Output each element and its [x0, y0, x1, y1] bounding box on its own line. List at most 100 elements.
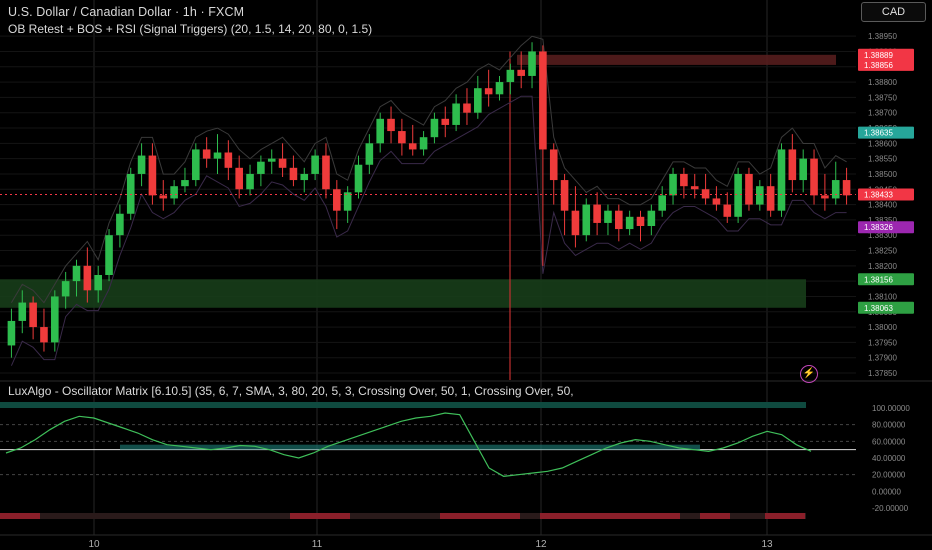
osc-tick: 20.00000 — [872, 471, 906, 480]
price-tick: 1.38550 — [868, 155, 897, 164]
candle — [192, 149, 200, 181]
candle — [116, 213, 124, 236]
candle — [40, 327, 48, 343]
candle — [235, 167, 243, 190]
bottom-bar — [0, 513, 806, 519]
time-tick: 13 — [761, 539, 773, 550]
candle — [354, 164, 363, 193]
candle — [528, 51, 536, 76]
candle — [474, 88, 482, 113]
candle — [593, 204, 601, 223]
demand-zone — [0, 279, 806, 308]
candle — [539, 51, 547, 150]
bottom-bar-segment — [640, 513, 680, 519]
candle — [61, 281, 70, 297]
supply-zone — [517, 54, 836, 65]
candle — [463, 103, 471, 113]
candle — [408, 143, 417, 150]
candle — [658, 195, 666, 211]
candle — [267, 158, 276, 162]
candle — [625, 216, 634, 230]
candle — [582, 204, 591, 236]
price-tick: 1.38100 — [868, 292, 897, 301]
candle — [213, 152, 222, 159]
lower-band — [10, 95, 847, 366]
candle — [83, 265, 92, 291]
candle — [799, 158, 807, 181]
signal-bar — [0, 402, 806, 408]
candle — [376, 118, 384, 144]
candle — [365, 143, 374, 165]
candle — [289, 167, 298, 181]
osc-tick: -20.00000 — [872, 504, 909, 513]
candle — [430, 118, 439, 138]
price-tick: 1.37950 — [868, 338, 897, 347]
candle — [246, 173, 254, 190]
candle — [680, 173, 688, 187]
price-badge-label: 1.38326 — [864, 223, 893, 232]
candle — [322, 155, 330, 190]
osc-tick: 40.00000 — [872, 454, 906, 463]
currency-button[interactable]: CAD — [861, 2, 926, 22]
candle — [788, 149, 797, 181]
candle — [495, 82, 504, 95]
candle — [745, 173, 753, 205]
candle — [224, 152, 233, 168]
candle — [202, 149, 211, 159]
candle — [506, 69, 515, 83]
candle — [333, 189, 341, 211]
price-tick: 1.38200 — [868, 262, 897, 271]
candle — [398, 131, 406, 144]
upper-band — [10, 35, 847, 304]
candle — [343, 192, 352, 211]
price-tick: 1.38500 — [868, 170, 897, 179]
candle — [257, 161, 265, 174]
oscillator-title: LuxAlgo - Oscillator Matrix [6.10.5] (35… — [8, 384, 574, 398]
candle — [148, 155, 157, 196]
candle — [484, 88, 493, 95]
bottom-bar-segment — [765, 513, 805, 519]
candle — [18, 302, 27, 321]
price-badge-label: 1.38889 — [864, 51, 893, 60]
candle — [712, 198, 721, 205]
candle — [604, 210, 612, 223]
candle — [170, 186, 178, 199]
candle — [137, 155, 146, 174]
candle — [571, 210, 580, 236]
price-badge-label: 1.38433 — [864, 190, 893, 199]
price-tick: 1.38750 — [868, 93, 897, 102]
bottom-bar-segment — [290, 513, 350, 519]
price-badge-label: 1.38156 — [864, 275, 893, 284]
candle — [723, 204, 732, 217]
candle — [387, 118, 395, 132]
lightning-icon[interactable]: ⚡ — [800, 365, 818, 383]
candle — [517, 69, 525, 76]
price-tick: 1.37900 — [868, 354, 897, 363]
candle — [831, 180, 840, 199]
price-tick: 1.38600 — [868, 139, 897, 148]
candle — [159, 195, 168, 199]
candle — [311, 155, 319, 174]
candle — [615, 210, 623, 230]
price-tick: 1.37850 — [868, 369, 897, 378]
candle — [105, 235, 113, 275]
candle — [72, 265, 81, 282]
candle — [810, 158, 818, 196]
candle — [821, 195, 829, 199]
time-tick: 12 — [535, 539, 547, 550]
candle — [690, 186, 699, 190]
candle — [419, 137, 428, 150]
bottom-bar-segment — [440, 513, 520, 519]
indicator-title: OB Retest + BOS + RSI (Signal Triggers) … — [8, 22, 373, 36]
time-tick: 10 — [88, 539, 100, 550]
price-badge-label: 1.38063 — [864, 304, 893, 313]
candle — [51, 296, 59, 343]
candle — [7, 320, 16, 346]
candle — [647, 210, 656, 226]
price-chart[interactable]: 1.389501.389001.388501.388001.387501.387… — [0, 0, 932, 550]
price-tick: 1.38250 — [868, 247, 897, 256]
symbol-title: U.S. Dollar / Canadian Dollar · 1h · FXC… — [8, 5, 245, 19]
bottom-bar-segment — [0, 513, 40, 519]
price-tick: 1.38000 — [868, 323, 897, 332]
candle — [734, 173, 742, 217]
